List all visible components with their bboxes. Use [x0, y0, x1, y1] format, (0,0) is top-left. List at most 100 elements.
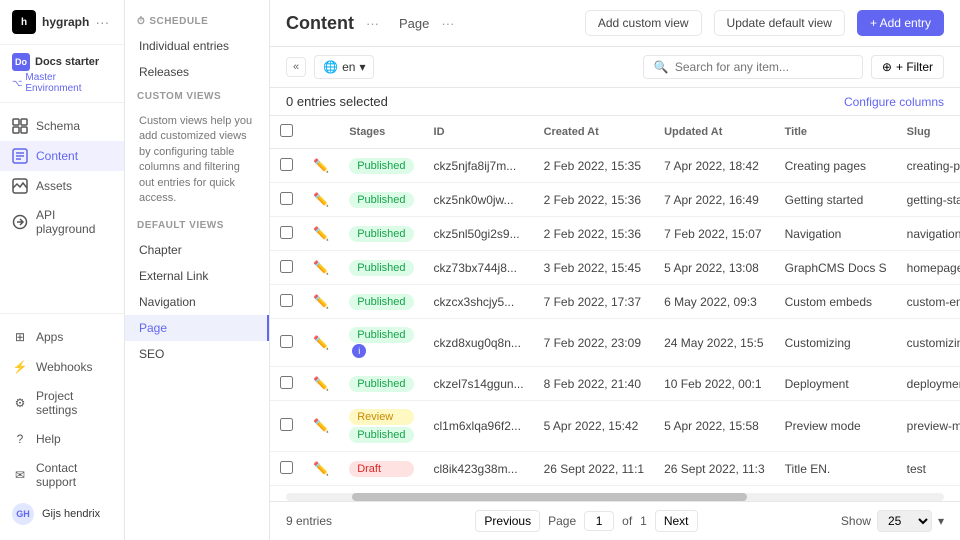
edit-icon[interactable]: ✏️ — [313, 376, 329, 391]
page-title: Content — [286, 13, 354, 34]
edit-icon[interactable]: ✏️ — [313, 294, 329, 309]
select-all-header[interactable] — [270, 116, 303, 149]
row-checkbox[interactable] — [280, 461, 293, 474]
of-label: of — [622, 514, 632, 528]
sidebar-item-page[interactable]: Page — [125, 315, 269, 341]
nav-item-content[interactable]: Content — [0, 141, 124, 171]
nav-item-assets[interactable]: Assets — [0, 171, 124, 201]
horizontal-scrollbar[interactable] — [286, 493, 944, 501]
configure-columns-button[interactable]: Configure columns — [844, 95, 944, 109]
schema-label: Schema — [36, 119, 80, 133]
sidebar-item-seo[interactable]: SEO — [125, 341, 269, 367]
row-updated-at-cell: 7 Apr 2022, 16:49 — [654, 183, 775, 217]
search-box[interactable]: 🔍 — [643, 55, 863, 79]
id-header: ID — [424, 116, 534, 149]
row-stage-cell: Draft — [339, 452, 423, 486]
row-edit-cell[interactable]: ✏️ — [303, 285, 339, 319]
row-edit-cell[interactable]: ✏️ — [303, 401, 339, 452]
nav-item-apps[interactable]: ⊞ Apps — [0, 322, 124, 352]
sidebar-item-chapter[interactable]: Chapter — [125, 237, 269, 263]
row-title-cell: Customizing — [775, 319, 897, 367]
per-page-select[interactable]: 25 50 100 — [877, 510, 932, 532]
sidebar-individual-entries[interactable]: Individual entries — [125, 33, 269, 59]
row-stage-cell: Published — [339, 367, 423, 401]
row-slug-cell: preview-mode — [897, 401, 960, 452]
row-checkbox[interactable] — [280, 376, 293, 389]
row-updated-at-cell: 7 Feb 2022, 15:07 — [654, 217, 775, 251]
lang-flag-icon: 🌐 — [323, 60, 338, 74]
table-header-row: Stages ID Created At Updated At Title Sl… — [270, 116, 960, 149]
page-view-label[interactable]: Page — [399, 16, 429, 31]
select-all-checkbox[interactable] — [280, 124, 293, 137]
next-page-button[interactable]: Next — [655, 510, 698, 532]
edit-icon[interactable]: ✏️ — [313, 418, 329, 433]
nav-item-api[interactable]: API playground — [0, 201, 124, 243]
edit-icon[interactable]: ✏️ — [313, 335, 329, 350]
env-master[interactable]: Master Environment — [12, 72, 112, 94]
back-arrow-button[interactable]: « — [286, 57, 306, 77]
edit-icon[interactable]: ✏️ — [313, 260, 329, 275]
nav-item-webhooks[interactable]: ⚡ Webhooks — [0, 352, 124, 382]
stage-badge: Published — [349, 327, 413, 343]
sidebar-releases[interactable]: Releases — [125, 59, 269, 85]
add-custom-view-button[interactable]: Add custom view — [585, 10, 702, 36]
row-checkbox[interactable] — [280, 192, 293, 205]
row-id-cell: ckzd8xug0q8n... — [424, 319, 534, 367]
info-icon[interactable]: i — [352, 344, 366, 358]
nav-item-project-settings[interactable]: ⚙ Project settings — [0, 382, 124, 424]
row-checkbox[interactable] — [280, 226, 293, 239]
sidebar-item-navigation[interactable]: Navigation — [125, 289, 269, 315]
scrollbar-thumb[interactable] — [352, 493, 747, 501]
row-checkbox[interactable] — [280, 158, 293, 171]
row-updated-at-cell: 10 Feb 2022, 00:1 — [654, 367, 775, 401]
page-menu-dots[interactable]: ··· — [441, 16, 454, 31]
row-edit-cell[interactable]: ✏️ — [303, 319, 339, 367]
row-edit-cell[interactable]: ✏️ — [303, 452, 339, 486]
row-created-at-cell: 2 Feb 2022, 15:36 — [534, 183, 655, 217]
filter-button[interactable]: ⊕ + Filter — [871, 55, 944, 79]
row-checkbox-cell — [270, 217, 303, 251]
row-checkbox[interactable] — [280, 335, 293, 348]
edit-icon[interactable]: ✏️ — [313, 226, 329, 241]
nav-item-schema[interactable]: Schema — [0, 111, 124, 141]
lang-chevron-icon: ▾ — [359, 60, 365, 74]
search-input[interactable] — [675, 60, 852, 74]
edit-icon[interactable]: ✏️ — [313, 461, 329, 476]
row-id-cell: ckzcx3shcjy5... — [424, 285, 534, 319]
row-id-cell: cl8ik423g38m... — [424, 452, 534, 486]
sidebar-item-external-link[interactable]: External Link — [125, 263, 269, 289]
nav-bottom: ⊞ Apps ⚡ Webhooks ⚙ Project settings ? H… — [0, 313, 124, 540]
nav-items: Schema Content Assets API playground — [0, 103, 124, 313]
settings-icon: ⚙ — [12, 395, 28, 411]
title-menu-dots[interactable]: ··· — [366, 16, 379, 31]
sub-toolbar: 0 entries selected Configure columns — [270, 88, 960, 116]
edit-icon[interactable]: ✏️ — [313, 192, 329, 207]
nav-item-contact[interactable]: ✉ Contact support — [0, 454, 124, 496]
page-label: Page — [548, 514, 576, 528]
row-checkbox[interactable] — [280, 418, 293, 431]
row-edit-cell[interactable]: ✏️ — [303, 217, 339, 251]
row-title-cell: Preview mode — [775, 401, 897, 452]
app-menu-dots[interactable]: ··· — [95, 14, 109, 30]
row-edit-cell[interactable]: ✏️ — [303, 149, 339, 183]
content-table: Stages ID Created At Updated At Title Sl… — [270, 116, 960, 486]
row-checkbox-cell — [270, 401, 303, 452]
user-profile[interactable]: GH Gijs hendrix — [0, 496, 124, 532]
table-row: ✏️Publishedckzel7s14ggun...8 Feb 2022, 2… — [270, 367, 960, 401]
row-checkbox[interactable] — [280, 294, 293, 307]
row-edit-cell[interactable]: ✏️ — [303, 251, 339, 285]
row-id-cell: cl1m6xlqa96f2... — [424, 401, 534, 452]
toolbar: « 🌐 en ▾ 🔍 ⊕ + Filter — [270, 47, 960, 88]
current-page-input[interactable] — [584, 511, 614, 531]
table-row: ✏️Publishedickzd8xug0q8n...7 Feb 2022, 2… — [270, 319, 960, 367]
row-checkbox[interactable] — [280, 260, 293, 273]
previous-page-button[interactable]: Previous — [475, 510, 540, 532]
row-edit-cell[interactable]: ✏️ — [303, 367, 339, 401]
add-entry-button[interactable]: + Add entry — [857, 10, 944, 36]
row-edit-cell[interactable]: ✏️ — [303, 183, 339, 217]
row-created-at-cell: 26 Sept 2022, 11:1 — [534, 452, 655, 486]
update-default-view-button[interactable]: Update default view — [714, 10, 845, 36]
language-selector[interactable]: 🌐 en ▾ — [314, 55, 374, 79]
nav-item-help[interactable]: ? Help — [0, 424, 124, 454]
edit-icon[interactable]: ✏️ — [313, 158, 329, 173]
